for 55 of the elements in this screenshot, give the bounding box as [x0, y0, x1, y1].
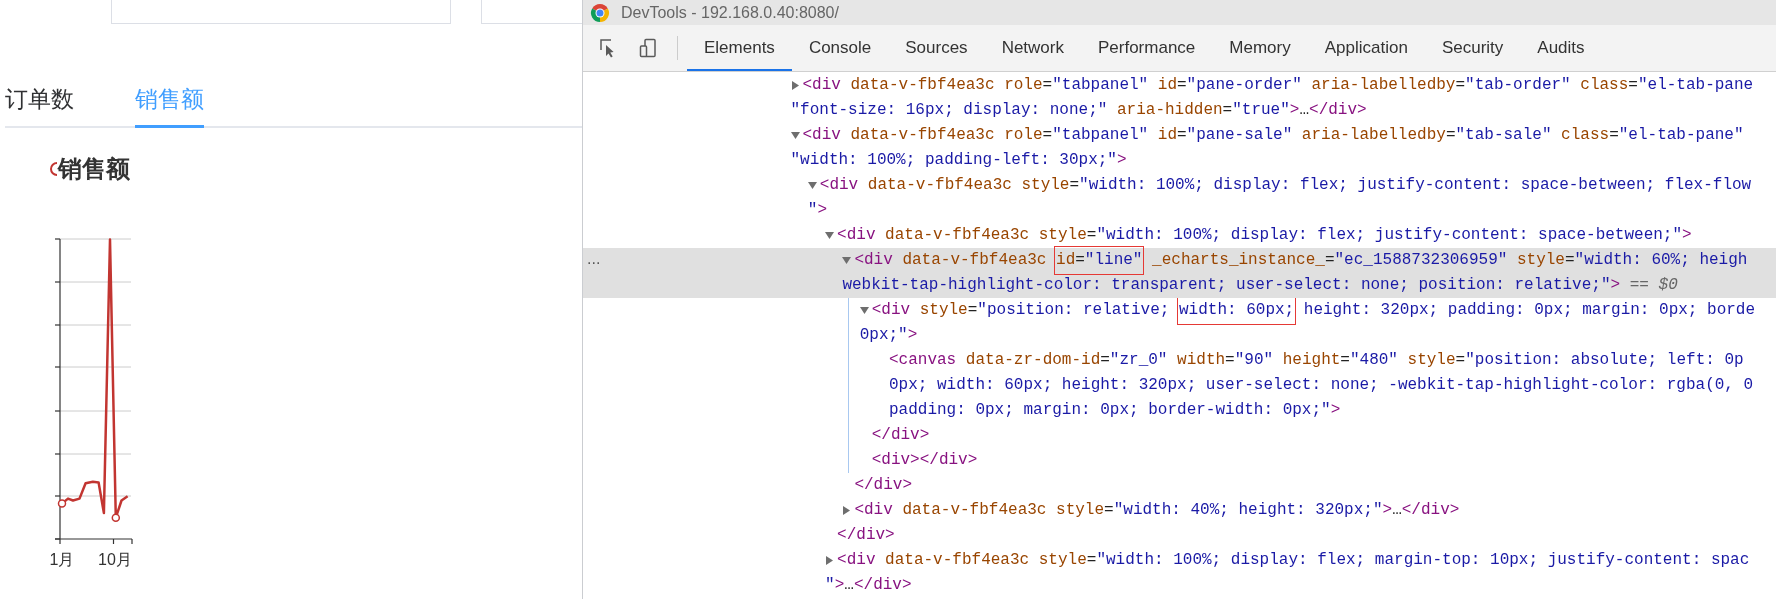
tab[interactable]: Application [1307, 25, 1425, 71]
axis-label: 1月 [49, 551, 75, 568]
window-title: DevTools - 192.168.0.40:8080/ [621, 3, 839, 22]
code-text: <div data-v-fbf4ea3c role="tabpanel" id="pane-order" aria-labelledby="tab-order" class="el-tab-pane [802, 75, 1754, 96]
code-text: <div></div> [871, 450, 978, 471]
code-text: <div data-v-fbf4ea3c role="tabpanel" id="pane-sale" aria-labelledby="tab-sale" class="el-tab-pane" [802, 125, 1744, 146]
code-text: 0px; width: 60px; height: 320px; user-select: none; -webkit-tap-highlight-color: rgba(0, 0 [889, 375, 1754, 396]
code-text: "> [807, 200, 827, 221]
code-text: <div data-v-fbf4ea3c [854, 250, 1048, 271]
code-text: height: 320px; padding: 0px; margin: 0px; borde [1302, 300, 1756, 321]
input-field[interactable] [111, 0, 451, 24]
code-text: "font-size: 16px; display: none;" aria-hidden="true">…</div> [790, 100, 1367, 121]
browser-logo-icon [590, 2, 610, 23]
tab[interactable]: Console [791, 25, 889, 71]
code-text: <canvas data-zr-dom-id="zr_0" width="90" height="480" style="position: absolute; left: 0p [889, 350, 1744, 371]
code-text: <div data-v-fbf4ea3c style="width: 100%; display: flex; justify-content: space-between;"> [837, 225, 1692, 246]
disclosure-triangle-icon[interactable] [825, 556, 835, 565]
disclosure-triangle-icon[interactable] [790, 81, 800, 90]
code-text: ">…</div> [825, 575, 912, 596]
console-reference: == $0 [1629, 275, 1678, 296]
tab[interactable]: Network [984, 25, 1081, 71]
code-text: _echarts_instance_="ec_1588732306959" style="width: 60%; heigh [1151, 250, 1748, 271]
code-text: 0px;"> [859, 325, 918, 346]
code-text: </div> [837, 525, 895, 546]
code-text: <div data-v-fbf4ea3c style="width: 100%; display: flex; justify-content: space-between; flex-flow [819, 175, 1752, 196]
code-text: padding: 0px; margin: 0px; border-width: 0px;"> [889, 400, 1341, 421]
annotation-box: id="line" [1056, 248, 1143, 273]
tab[interactable]: Memory [1212, 25, 1308, 71]
code-text: </div> [854, 475, 912, 496]
disclosure-triangle-icon[interactable] [807, 181, 817, 190]
legend-icon[interactable] [50, 161, 58, 177]
disclosure-triangle-icon[interactable] [859, 306, 869, 315]
tab[interactable]: Performance [1081, 25, 1213, 71]
disclosure-triangle-icon[interactable] [825, 231, 835, 240]
annotation-box: width: 60px; [1178, 298, 1295, 323]
tab[interactable]: Security [1424, 25, 1521, 71]
device-icon[interactable] [639, 38, 657, 58]
tab[interactable]: Sources [888, 25, 985, 71]
tab[interactable]: 订单数 [5, 84, 74, 128]
tab[interactable]: Audits [1520, 25, 1602, 71]
more-button[interactable]: ... [587, 248, 601, 270]
chart-title: 销售额 [58, 154, 130, 184]
disclosure-triangle-icon[interactable] [842, 506, 852, 515]
code-text: </div> [871, 425, 930, 446]
selected-row[interactable]: ... <div data-v-fbf4ea3c id="line" _echarts_instance_="ec_1588732306959" style="width: 60%; heigh webkit-tap-highlight-color: transparent; user-select: none; position: relative;"> == $0 [583, 248, 1776, 298]
code-text: "width: 100%; padding-left: 30px;"> [790, 150, 1127, 171]
code-text: <div style="position: relative; [871, 300, 1171, 321]
disclosure-triangle-icon[interactable] [790, 131, 800, 140]
disclosure-triangle-icon[interactable] [842, 256, 852, 265]
data-point [111, 513, 121, 522]
code-text: <div data-v-fbf4ea3c style="width: 100%; display: flex; margin-top: 10px; justify-content: spac [837, 550, 1750, 571]
code-text: webkit-tap-highlight-color: transparent; user-select: none; position: relative;"> [842, 275, 1621, 296]
data-point [57, 499, 67, 508]
code-text: <div data-v-fbf4ea3c style="width: 40%; height: 320px;">…</div> [854, 500, 1460, 521]
axis-label: 10月 [98, 551, 132, 568]
